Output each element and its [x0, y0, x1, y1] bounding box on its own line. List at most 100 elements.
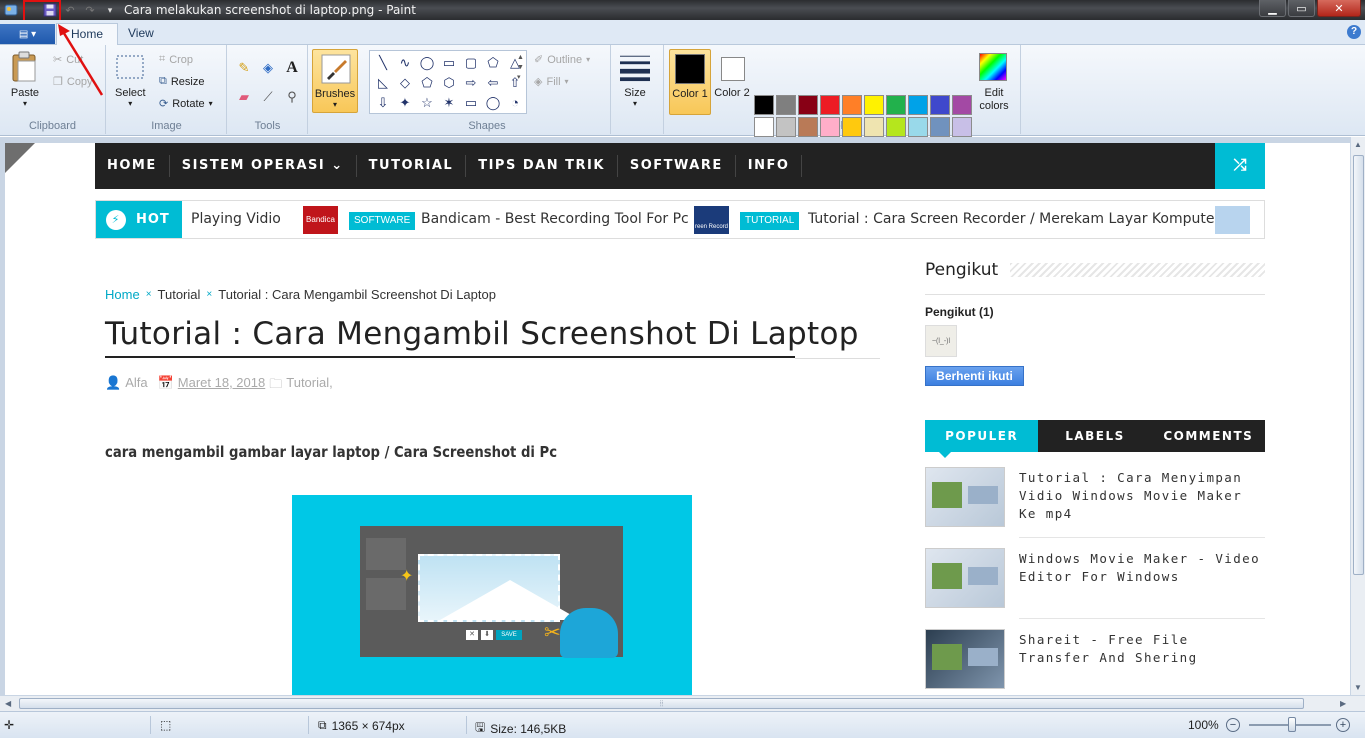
minimize-button[interactable]: ▁ [1259, 0, 1286, 17]
nav-home[interactable]: HOME [95, 155, 170, 177]
color-swatch[interactable] [908, 95, 928, 115]
scroll-up-icon[interactable]: ▲ [1354, 140, 1362, 149]
color-swatch[interactable] [820, 95, 840, 115]
color-picker-icon[interactable]: ⟋ [258, 87, 278, 107]
color-swatch[interactable] [864, 117, 884, 137]
color-swatch[interactable] [842, 117, 862, 137]
shape-option[interactable]: ∿ [395, 53, 415, 72]
popular-post-title[interactable]: Shareit - Free File Transfer And Shering [1019, 631, 1265, 667]
copy-button[interactable]: ❐ Copy [53, 75, 93, 89]
post-author[interactable]: Alfa [125, 375, 147, 397]
fill-button[interactable]: ◈ Fill ▾ [534, 75, 569, 89]
color-swatch[interactable] [952, 95, 972, 115]
post-category[interactable]: Tutorial, [286, 375, 332, 397]
shape-option[interactable]: ◇ [395, 73, 415, 92]
nav-sistem-operasi[interactable]: SISTEM OPERASI ⌄ [170, 155, 357, 177]
tab-view[interactable]: View [114, 23, 168, 45]
color-swatch[interactable] [886, 117, 906, 137]
shape-option[interactable]: ◯ [417, 53, 437, 72]
rotate-button[interactable]: ⟳ Rotate ▾ [159, 97, 213, 111]
nav-tutorial[interactable]: TUTORIAL [357, 155, 467, 177]
nav-info[interactable]: INFO [736, 155, 803, 177]
close-button[interactable]: ✕ [1317, 0, 1361, 17]
paste-button[interactable]: Paste ▾ [10, 51, 40, 108]
color-swatch[interactable] [798, 95, 818, 115]
fill-bucket-icon[interactable]: ◈ [258, 58, 278, 78]
color-swatch[interactable] [842, 95, 862, 115]
crop-button[interactable]: ⌗ Crop [159, 53, 193, 66]
select-button[interactable]: Select ▾ [115, 51, 146, 108]
color-swatch[interactable] [952, 117, 972, 137]
pencil-icon[interactable]: ✎ [234, 58, 254, 78]
popular-post[interactable]: Windows Movie Maker - Video Editor For W… [925, 548, 1265, 610]
shape-option[interactable]: ✶ [439, 93, 459, 112]
outline-button[interactable]: ✐ Outline ▾ [534, 53, 590, 67]
scroll-down-icon[interactable]: ▼ [1354, 683, 1362, 692]
popular-post-title[interactable]: Tutorial : Cara Menyimpan Vidio Windows … [1019, 469, 1265, 523]
shape-option[interactable]: ☆ [417, 93, 437, 112]
shape-option[interactable]: ▭ [439, 53, 459, 72]
popular-post-title[interactable]: Windows Movie Maker - Video Editor For W… [1019, 550, 1265, 586]
nav-software[interactable]: SOFTWARE [618, 155, 736, 177]
nav-tips-dan-trik[interactable]: TIPS DAN TRIK [466, 155, 618, 177]
drawing-canvas[interactable]: HOME SISTEM OPERASI ⌄ TUTORIAL TIPS DAN … [5, 143, 1350, 695]
horizontal-scrollbar[interactable]: ◀ ⦙⦙ ▶ [0, 695, 1365, 711]
color-swatch[interactable] [864, 95, 884, 115]
shape-option[interactable]: ◯ [483, 93, 503, 112]
tab-populer[interactable]: POPULER [925, 420, 1039, 458]
tab-labels[interactable]: LABELS [1038, 420, 1151, 452]
zoom-out-button[interactable]: − [1226, 718, 1240, 732]
maximize-button[interactable]: ▭ [1288, 0, 1315, 17]
shape-option[interactable]: ▭ [461, 93, 481, 112]
help-icon[interactable]: ? [1347, 25, 1361, 39]
color-swatch[interactable] [820, 117, 840, 137]
undo-icon[interactable]: ↶ [60, 1, 80, 19]
color-swatch[interactable] [930, 95, 950, 115]
color-swatch[interactable] [908, 117, 928, 137]
tab-comments[interactable]: COMMENTS [1152, 420, 1265, 452]
color-swatch[interactable] [754, 117, 774, 137]
tab-home[interactable]: Home [56, 23, 119, 45]
color-swatch[interactable] [798, 117, 818, 137]
brushes-button[interactable]: Brushes ▾ [312, 49, 358, 113]
avatar[interactable]: ~(l_-)l [925, 325, 957, 357]
shape-option[interactable]: ⬠ [417, 73, 437, 92]
breadcrumb-home[interactable]: Home [105, 287, 140, 302]
shape-option[interactable]: ⬠ [483, 53, 503, 72]
vertical-scroll-thumb[interactable] [1353, 155, 1364, 575]
size-button[interactable]: Size ▾ [620, 51, 650, 108]
unfollow-button[interactable]: Berhenti ikuti [925, 366, 1024, 386]
popular-post[interactable]: Shareit - Free File Transfer And Shering [925, 629, 1265, 691]
shape-option[interactable]: ✦ [395, 93, 415, 112]
color-swatch[interactable] [776, 95, 796, 115]
shapes-scroll-icon[interactable]: ▲ ▼ ▾ [517, 53, 524, 83]
shape-option[interactable]: ◔ [505, 93, 525, 112]
breadcrumb-category[interactable]: Tutorial [158, 287, 201, 302]
color-swatch[interactable] [886, 95, 906, 115]
redo-icon[interactable]: ↷ [80, 1, 100, 19]
chevron-down-icon[interactable]: ▾ [100, 1, 120, 19]
color-swatch[interactable] [930, 117, 950, 137]
ticker-item-2[interactable]: Tutorial : Cara Screen Recorder / Mereka… [808, 211, 1220, 227]
shape-option[interactable]: ╲ [373, 53, 393, 72]
paint-app-icon[interactable] [0, 1, 22, 19]
color2-button[interactable]: Color 2 [713, 49, 751, 115]
color-swatch[interactable] [776, 117, 796, 137]
resize-button[interactable]: ⧉ Resize [159, 75, 204, 88]
shape-option[interactable]: ⬡ [439, 73, 459, 92]
eraser-icon[interactable]: ▰ [234, 87, 254, 107]
edit-colors-button[interactable]: Edit colors [975, 51, 1013, 117]
vertical-scrollbar[interactable]: ▲ ▼ [1350, 137, 1365, 695]
horizontal-scroll-thumb[interactable]: ⦙⦙ [19, 698, 1304, 709]
shuffle-icon[interactable]: ⤮ [1215, 143, 1265, 189]
shape-option[interactable]: ⇩ [373, 93, 393, 112]
ticker-item-0[interactable]: Playing Vidio [191, 211, 281, 227]
color-swatch[interactable] [754, 95, 774, 115]
scroll-left-icon[interactable]: ◀ [5, 699, 11, 708]
text-tool-icon[interactable]: A [282, 58, 302, 78]
shape-option[interactable]: ◺ [373, 73, 393, 92]
scroll-right-icon[interactable]: ▶ [1340, 699, 1346, 708]
zoom-in-button[interactable]: + [1336, 718, 1350, 732]
magnifier-icon[interactable]: ⚲ [282, 87, 302, 107]
shape-option[interactable]: ⇨ [461, 73, 481, 92]
